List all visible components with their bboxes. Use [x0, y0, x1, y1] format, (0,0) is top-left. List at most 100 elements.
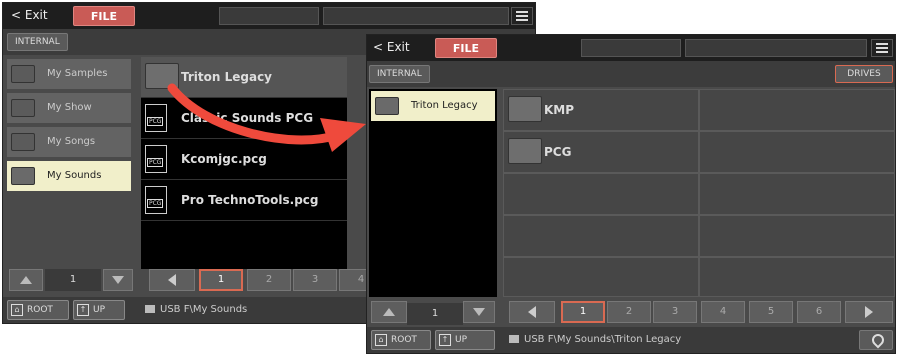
home-icon: ⌂ [375, 333, 387, 346]
page-button-6[interactable]: 6 [797, 301, 841, 323]
tab-internal[interactable]: INTERNAL [7, 33, 68, 51]
bottom-bar: ⌂ ROOT ↑ UP USB F\My Sounds\Triton Legacy [367, 327, 895, 353]
window-triton-legacy: < Exit FILE INTERNAL DRIVES Triton Legac… [366, 34, 896, 354]
list-item-my-songs[interactable]: My Songs [7, 127, 131, 157]
list-item-my-show[interactable]: My Show [7, 93, 131, 123]
grid-item-kmp[interactable]: KMP [503, 89, 699, 131]
left-list: Triton Legacy [369, 89, 497, 297]
home-icon: ⌂ [11, 303, 23, 316]
menu-icon[interactable] [871, 39, 893, 57]
file-grid: KMP PCG [503, 89, 895, 297]
header-slot [323, 7, 509, 25]
folder-icon [145, 305, 155, 313]
scroll-down-button[interactable] [463, 301, 495, 323]
exit-button[interactable]: < Exit [11, 8, 48, 22]
top-bar: < Exit FILE [367, 35, 895, 61]
scroll-down-button[interactable] [103, 269, 133, 291]
drives-button[interactable]: DRIVES [835, 65, 893, 83]
folder-icon [11, 65, 35, 83]
exit-button[interactable]: < Exit [373, 40, 410, 54]
file-button[interactable]: FILE [73, 6, 135, 26]
folder-icon [11, 133, 35, 151]
list-item-label: My Show [47, 102, 92, 113]
folder-icon [145, 63, 179, 89]
path-text: USB F\My Sounds [160, 304, 248, 315]
grid-cell [503, 173, 699, 215]
pcg-file-icon: PCG [145, 104, 167, 132]
folder-icon [375, 97, 399, 115]
left-page-number: 1 [45, 269, 101, 291]
arrow-right-icon [865, 306, 873, 318]
folder-icon [508, 138, 542, 164]
tab-row: INTERNAL DRIVES [367, 61, 895, 87]
arrow-down-icon [473, 308, 485, 316]
list-item-my-samples[interactable]: My Samples [7, 59, 131, 89]
root-label: ROOT [391, 335, 417, 345]
grid-cell [699, 257, 895, 297]
up-button[interactable]: ↑ UP [435, 330, 495, 350]
list-item-my-sounds[interactable]: My Sounds [7, 161, 131, 191]
page-next-button[interactable] [845, 301, 893, 323]
left-list: My Samples My Show My Songs My Sounds [3, 55, 135, 265]
arrow-left-icon [528, 306, 536, 318]
grid-cell [699, 173, 895, 215]
header-slot [219, 7, 319, 25]
scroll-up-button[interactable] [371, 301, 407, 323]
top-bar: < Exit FILE [3, 3, 535, 29]
up-label: UP [93, 305, 106, 315]
page-button-1[interactable]: 1 [561, 301, 605, 323]
scroll-up-button[interactable] [9, 269, 43, 291]
file-row-classic-sounds[interactable]: PCG Classic Sounds PCG [141, 98, 347, 139]
root-button[interactable]: ⌂ ROOT [7, 300, 69, 320]
folder-icon [508, 96, 542, 122]
page-button-4[interactable]: 4 [701, 301, 745, 323]
arrow-left-icon [168, 274, 176, 286]
grid-item-pcg[interactable]: PCG [503, 131, 699, 173]
location-pin-icon[interactable] [859, 330, 893, 350]
folder-icon [11, 99, 35, 117]
root-button[interactable]: ⌂ ROOT [371, 330, 431, 350]
header-slot [685, 39, 867, 57]
left-page-number: 1 [407, 303, 463, 325]
up-icon: ↑ [77, 303, 89, 316]
folder-icon [11, 167, 35, 185]
page-button-3[interactable]: 3 [653, 301, 697, 323]
root-label: ROOT [27, 305, 53, 315]
pcg-file-icon: PCG [145, 186, 167, 214]
current-path: USB F\My Sounds\Triton Legacy [509, 334, 681, 345]
up-button[interactable]: ↑ UP [73, 300, 125, 320]
page-button-5[interactable]: 5 [749, 301, 793, 323]
list-item-label: Triton Legacy [411, 100, 478, 111]
up-icon: ↑ [439, 333, 451, 346]
list-item-label: My Samples [47, 68, 108, 79]
list-item-label: My Songs [47, 136, 96, 147]
file-name: Pro TechnoTools.pcg [181, 193, 319, 207]
list-item-triton-legacy[interactable]: Triton Legacy [371, 91, 495, 121]
page-button-2[interactable]: 2 [607, 301, 651, 323]
file-name: Kcomjgc.pcg [181, 152, 267, 166]
file-name: Classic Sounds PCG [181, 111, 314, 125]
grid-cell [699, 215, 895, 257]
header-slot [581, 39, 681, 57]
arrow-up-icon [20, 276, 32, 284]
grid-cell [503, 257, 699, 297]
pcg-file-icon: PCG [145, 145, 167, 173]
up-label: UP [455, 335, 468, 345]
list-item-label: My Sounds [47, 170, 102, 181]
menu-icon[interactable] [511, 7, 533, 25]
page-button-3[interactable]: 3 [293, 269, 337, 291]
page-prev-button[interactable] [149, 269, 195, 291]
page-button-1[interactable]: 1 [199, 269, 243, 291]
file-row-triton-legacy[interactable]: Triton Legacy [141, 57, 347, 98]
current-path: USB F\My Sounds [145, 304, 247, 315]
page-button-2[interactable]: 2 [247, 269, 291, 291]
file-row-kcomjgc[interactable]: PCG Kcomjgc.pcg [141, 139, 347, 180]
folder-icon [509, 335, 519, 343]
file-name: KMP [544, 103, 575, 117]
grid-cell [699, 89, 895, 131]
page-prev-button[interactable] [509, 301, 555, 323]
tab-internal[interactable]: INTERNAL [369, 65, 430, 83]
file-row-pro-technotools[interactable]: PCG Pro TechnoTools.pcg [141, 180, 347, 221]
file-name: Triton Legacy [181, 70, 273, 84]
file-button[interactable]: FILE [435, 38, 497, 58]
